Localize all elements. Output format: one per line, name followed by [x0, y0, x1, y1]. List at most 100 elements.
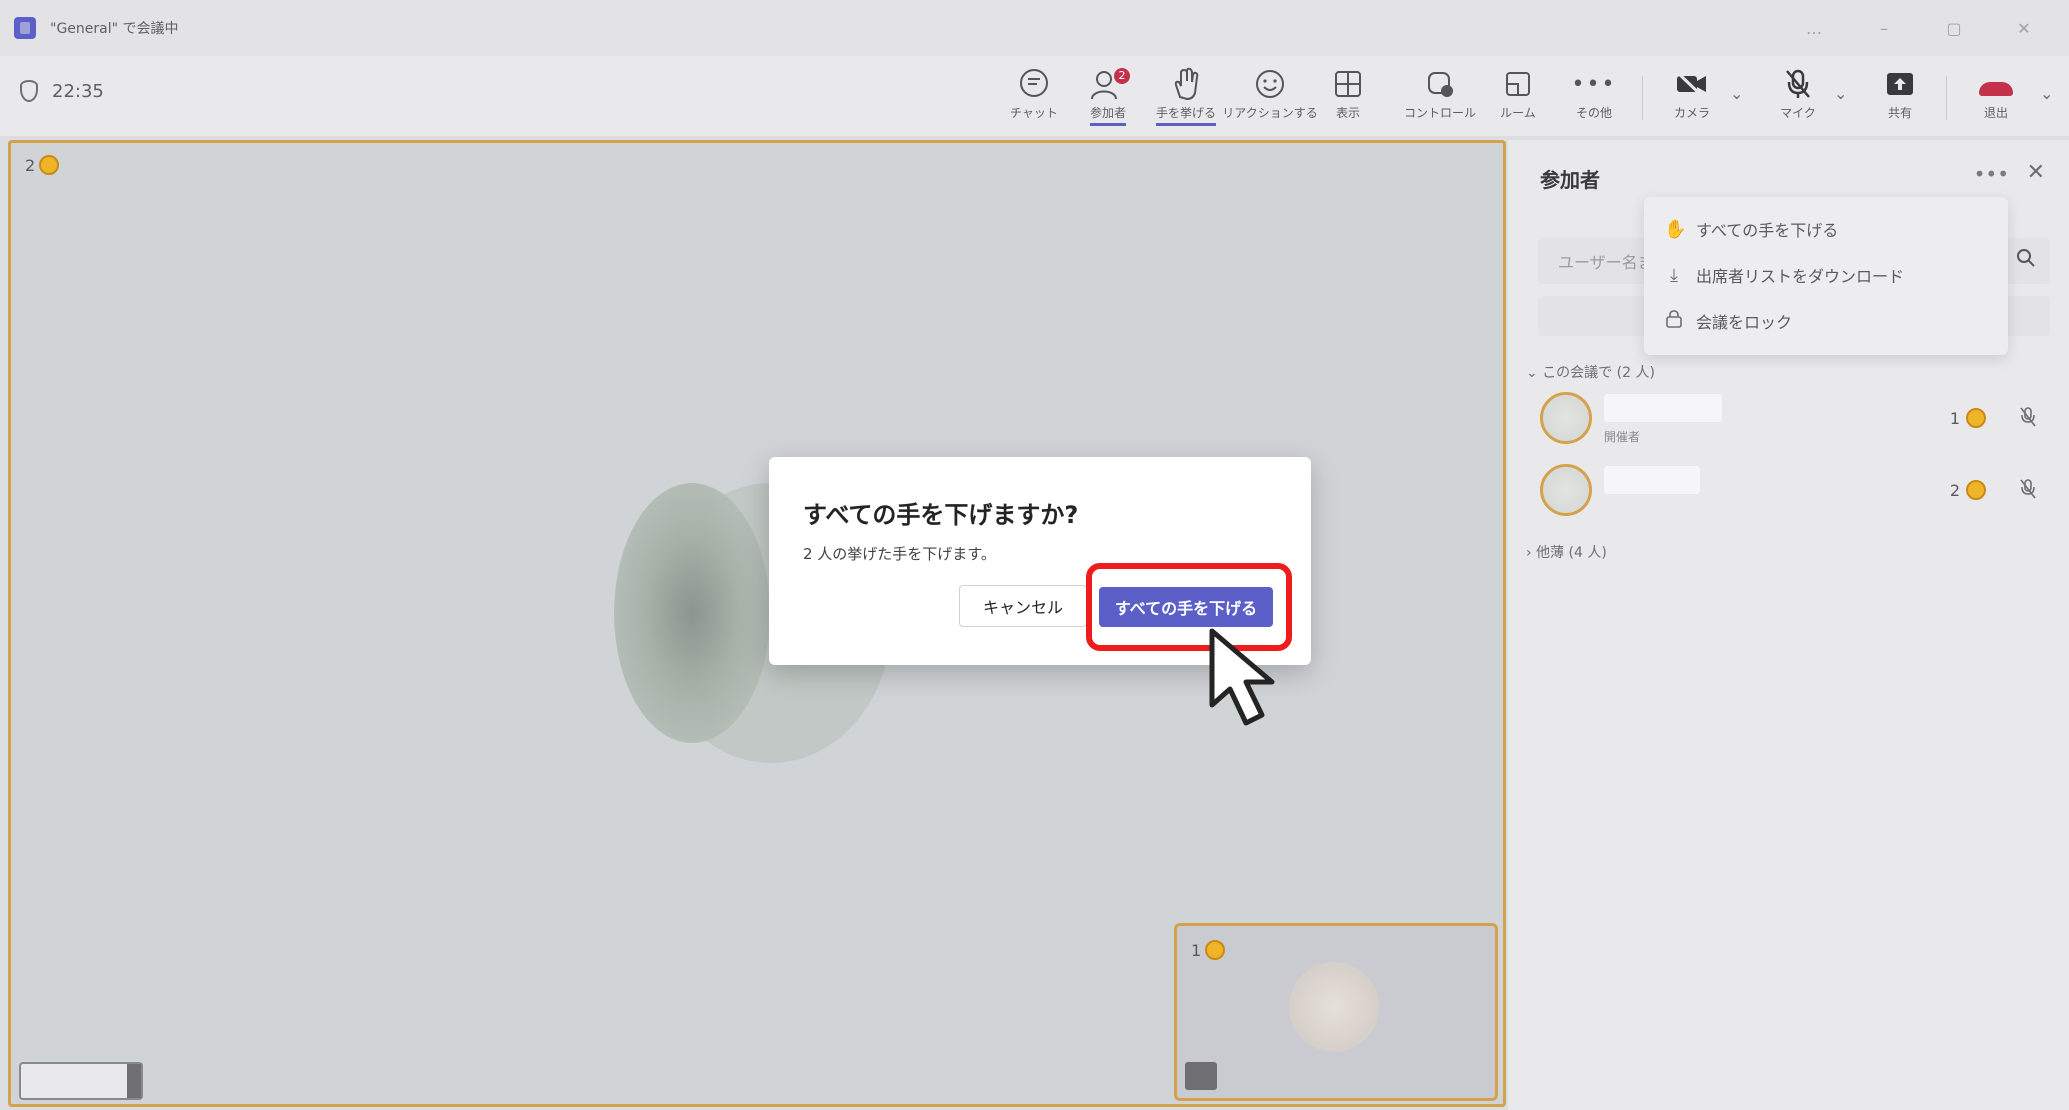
more-button[interactable]: ••• その他	[1552, 64, 1636, 130]
participant-name	[1604, 466, 1700, 494]
main-hand-indicator: 2	[25, 155, 60, 175]
dialog-message: 2 人の挙げた手を下げます。	[803, 545, 996, 563]
hand-icon	[1171, 64, 1201, 104]
leave-chevron-down-icon[interactable]: ⌄	[2040, 84, 2053, 103]
menu-item-lock-meeting[interactable]: 会議をロック	[1664, 309, 1792, 333]
section-in-meeting[interactable]: ⌄ この会議で (2 人)	[1526, 362, 1655, 382]
rooms-button[interactable]: ルーム	[1476, 64, 1560, 130]
raise-hand-label: 手を挙げる	[1155, 104, 1216, 126]
lock-icon	[1664, 309, 1684, 333]
download-icon: ⤓	[1670, 264, 1678, 286]
share-button[interactable]: 共有	[1858, 64, 1942, 130]
participant-hand: 1	[1950, 408, 1986, 428]
close-icon[interactable]: ✕	[2027, 160, 2045, 185]
participants-more-menu: ✋ すべての手を下げる ⤓ 出席者リストをダウンロード 会議をロック	[1644, 197, 2008, 355]
main-hand-count: 2	[25, 155, 36, 175]
mic-button[interactable]: マイク	[1756, 64, 1840, 130]
share-icon	[1885, 64, 1915, 104]
participant-row[interactable]: 開催者 1	[1540, 392, 2060, 452]
camera-off-icon	[1675, 64, 1709, 104]
panel-title: 参加者	[1540, 168, 1600, 192]
control-button[interactable]: コントロール	[1398, 64, 1482, 130]
maximize-button[interactable]: ▢	[1919, 19, 1989, 38]
rooms-icon	[1504, 64, 1532, 104]
control-icon	[1425, 64, 1455, 104]
menu-item-label: 出席者リストをダウンロード	[1696, 267, 1905, 286]
participant-hand-count: 1	[1949, 408, 1960, 428]
raised-hand-icon	[1966, 408, 1986, 428]
avatar	[1289, 962, 1379, 1052]
search-icon[interactable]	[2016, 248, 2036, 273]
chat-label: チャット	[1010, 106, 1058, 120]
search-placeholder: ユーザー名ま	[1558, 253, 1654, 272]
shield-icon	[20, 80, 38, 102]
mic-chevron-down-icon[interactable]: ⌄	[1834, 84, 1847, 103]
menu-item-label: 会議をロック	[1696, 313, 1793, 332]
leave-label: 退出	[1983, 106, 2008, 120]
section-in-meeting-label: この会議で (2 人)	[1542, 365, 1655, 381]
mic-off-icon	[2018, 406, 2038, 433]
toolbar-divider	[1642, 76, 1643, 120]
window-title: "General" で会議中	[50, 21, 179, 37]
mini-hand-count: 1	[1191, 940, 1202, 960]
menu-item-lower-all-hands[interactable]: ✋ すべての手を下げる	[1664, 217, 1838, 241]
mic-off-icon	[2018, 478, 2038, 505]
avatar	[1540, 392, 1592, 444]
minimize-button[interactable]: –	[1849, 19, 1919, 38]
participant-hand-count: 2	[1949, 480, 1960, 500]
mouse-cursor-icon	[1209, 628, 1275, 726]
react-label: リアクションする	[1222, 106, 1318, 120]
toolbar-divider	[1946, 76, 1947, 120]
menu-item-download-attendance[interactable]: ⤓ 出席者リストをダウンロード	[1664, 263, 1904, 287]
view-button[interactable]: 表示	[1306, 64, 1390, 130]
participant-role: 開催者	[1604, 430, 1641, 444]
panel-more-icon[interactable]: •••	[1974, 162, 2009, 186]
react-button[interactable]: リアクションする	[1222, 64, 1318, 130]
meeting-timer: 22:35	[20, 80, 104, 102]
rooms-label: ルーム	[1500, 106, 1536, 120]
teams-logo-icon	[14, 17, 36, 39]
mic-off-icon	[1783, 64, 1813, 104]
menu-item-label: すべての手を下げる	[1696, 221, 1839, 240]
camera-button[interactable]: カメラ	[1650, 64, 1734, 130]
window-controls: … – ▢ ✕	[1779, 0, 2059, 56]
hand-down-icon: ✋	[1664, 218, 1687, 240]
avatar	[1540, 464, 1592, 516]
share-label: 共有	[1887, 106, 1912, 120]
control-label: コントロール	[1403, 106, 1476, 120]
participant-name	[1604, 394, 1722, 422]
cancel-button[interactable]: キャンセル	[959, 585, 1087, 627]
timer-text: 22:35	[52, 80, 104, 102]
leave-button[interactable]: 退出	[1954, 64, 2038, 130]
participants-label: 参加者	[1089, 104, 1126, 126]
hangup-icon	[1979, 64, 2013, 104]
close-window-button[interactable]: ✕	[1989, 19, 2059, 38]
participants-button[interactable]: 2 参加者	[1066, 64, 1150, 130]
title-bar: "General" で会議中 … – ▢ ✕	[0, 0, 2069, 56]
window-more-button[interactable]: …	[1779, 19, 1849, 38]
mic-status-icon	[1185, 1062, 1217, 1090]
avatar	[614, 483, 770, 743]
mic-label: マイク	[1780, 106, 1816, 120]
participant-hand: 2	[1950, 480, 1986, 500]
camera-label: カメラ	[1673, 106, 1710, 120]
raise-hand-button[interactable]: 手を挙げる	[1144, 64, 1228, 130]
participant-tile[interactable]: 1	[1174, 923, 1498, 1101]
more-label: その他	[1575, 106, 1612, 120]
camera-chevron-down-icon[interactable]: ⌄	[1730, 84, 1743, 103]
name-tag	[19, 1062, 143, 1100]
more-icon: •••	[1571, 71, 1617, 97]
dialog-title: すべての手を下げますか?	[803, 501, 1079, 529]
smile-icon	[1254, 64, 1286, 104]
mini-hand-indicator: 1	[1191, 940, 1226, 960]
raised-hand-icon	[39, 155, 60, 175]
raised-hand-icon	[1966, 480, 1986, 500]
chat-icon	[1017, 64, 1051, 104]
section-others[interactable]: › 他薄 (4 人)	[1526, 542, 1607, 562]
grid-icon	[1333, 64, 1363, 104]
participant-row[interactable]: 2	[1540, 464, 2060, 524]
meeting-toolbar: 22:35 チャット 2 参加者 手を挙げる リアクションする 表示 コントロー…	[0, 56, 2069, 136]
section-others-label: 他薄 (4 人)	[1536, 545, 1607, 561]
participants-badge: 2	[1114, 68, 1130, 84]
chat-button[interactable]: チャット	[992, 64, 1076, 130]
